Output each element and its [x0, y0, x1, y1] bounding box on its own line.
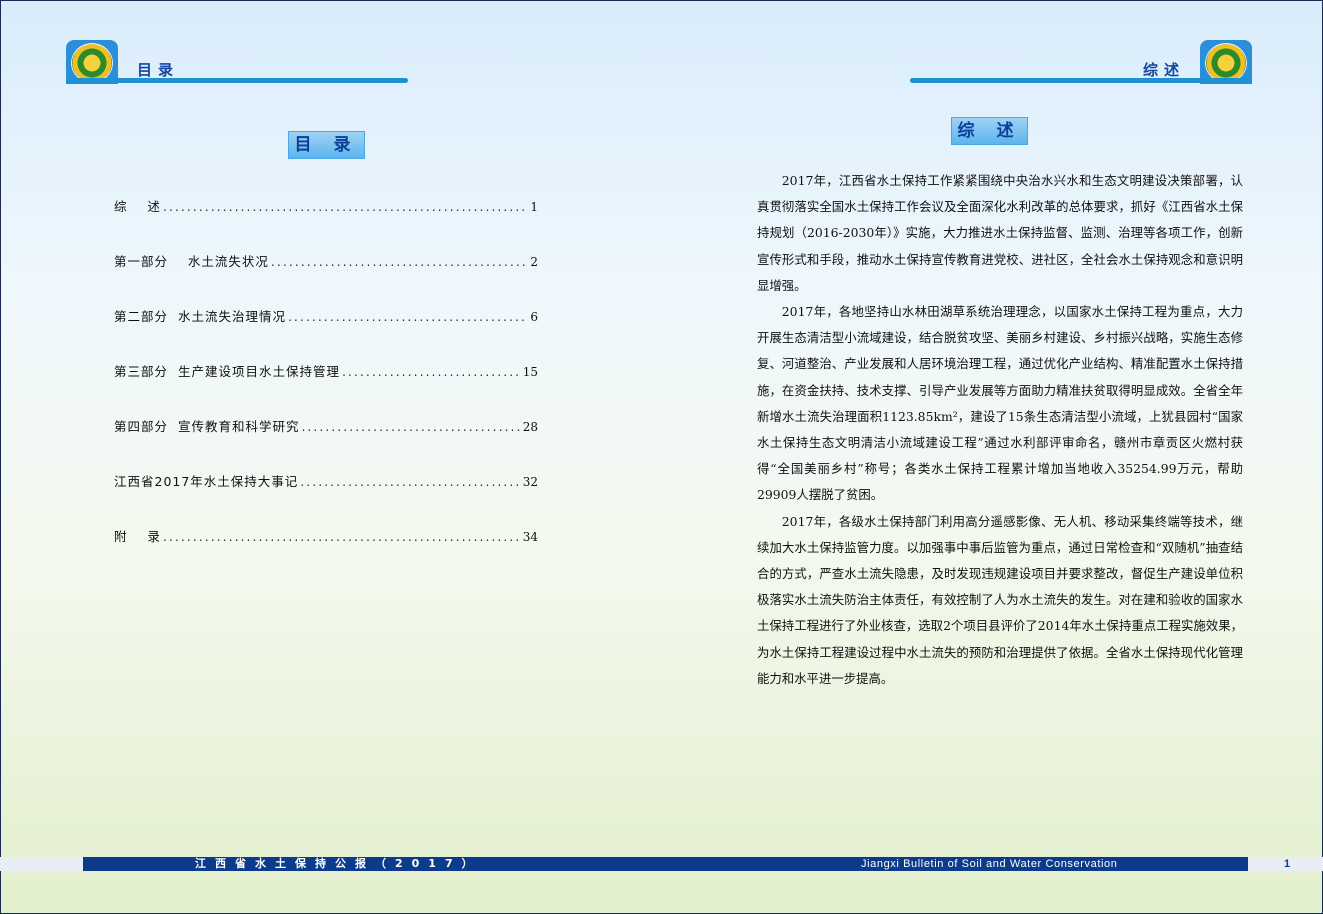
toc-item-page: 6 [530, 310, 538, 324]
left-header-title: 目录 [137, 61, 180, 79]
right-header-line [910, 78, 1252, 83]
bulletin-logo-icon [1205, 43, 1247, 83]
toc-item-page: 28 [522, 420, 538, 434]
footer-en-title: Jiangxi Bulletin of Soil and Water Conse… [861, 858, 1118, 870]
summary-paragraph: 2017年，各地坚持山水林田湖草系统治理理念，以国家水土保持工程为重点，大力开展… [757, 304, 1243, 503]
toc-item-page: 1 [530, 200, 538, 214]
toc-leader-dots [163, 529, 521, 544]
toc-item-label: 第四部分 宣传教育和科学研究 [114, 419, 300, 434]
left-header-line [66, 78, 408, 83]
toc-leader-dots [163, 199, 528, 214]
toc-leader-dots [342, 364, 521, 379]
toc-item[interactable]: 第四部分 宣传教育和科学研究 28 [114, 416, 538, 435]
toc-item[interactable]: 综 述 1 [114, 196, 538, 215]
footer-cn-title: 江西省水土保持公报（2017） [195, 857, 482, 870]
footer-page-number: 1 [1284, 858, 1291, 870]
toc-item-page: 15 [522, 365, 538, 379]
bulletin-logo-icon [71, 43, 113, 83]
toc-item-label: 综 述 [114, 199, 161, 214]
summary-paragraph: 2017年，江西省水土保持工作紧紧围绕中央治水兴水和生态文明建设决策部署，认真贯… [757, 173, 1243, 293]
toc-item[interactable]: 附 录 34 [114, 526, 538, 545]
summary-paragraph: 2017年，各级水土保持部门利用高分遥感影像、无人机、移动采集终端等技术，继续加… [757, 513, 1243, 686]
toc-leader-dots [288, 309, 528, 324]
toc-item-page: 32 [522, 475, 538, 489]
toc-item-page: 34 [522, 530, 538, 544]
toc-item[interactable]: 第一部分 水土流失状况 2 [114, 251, 538, 270]
summary-body: 2017年，江西省水土保持工作紧紧围绕中央治水兴水和生态文明建设决策部署，认真贯… [757, 168, 1243, 692]
toc-item-label: 第三部分 生产建设项目水土保持管理 [114, 364, 340, 379]
right-header-title: 综述 [1143, 61, 1186, 79]
toc-item-label: 第二部分 水土流失治理情况 [114, 309, 286, 324]
toc-item-page: 2 [530, 255, 538, 269]
toc-leader-dots [271, 254, 528, 269]
toc-item[interactable]: 第三部分 生产建设项目水土保持管理 15 [114, 361, 538, 380]
toc-item[interactable]: 第二部分 水土流失治理情况 6 [114, 306, 538, 325]
toc-leader-dots [300, 474, 520, 489]
toc-heading: 目 录 [288, 131, 365, 159]
summary-heading: 综 述 [951, 117, 1028, 145]
toc-item-label: 第一部分 水土流失状况 [114, 254, 269, 269]
toc-item[interactable]: 江西省2017年水土保持大事记 32 [114, 471, 538, 490]
toc-leader-dots [301, 419, 520, 434]
toc-item-label: 江西省2017年水土保持大事记 [114, 474, 299, 489]
toc-item-label: 附 录 [114, 529, 161, 544]
